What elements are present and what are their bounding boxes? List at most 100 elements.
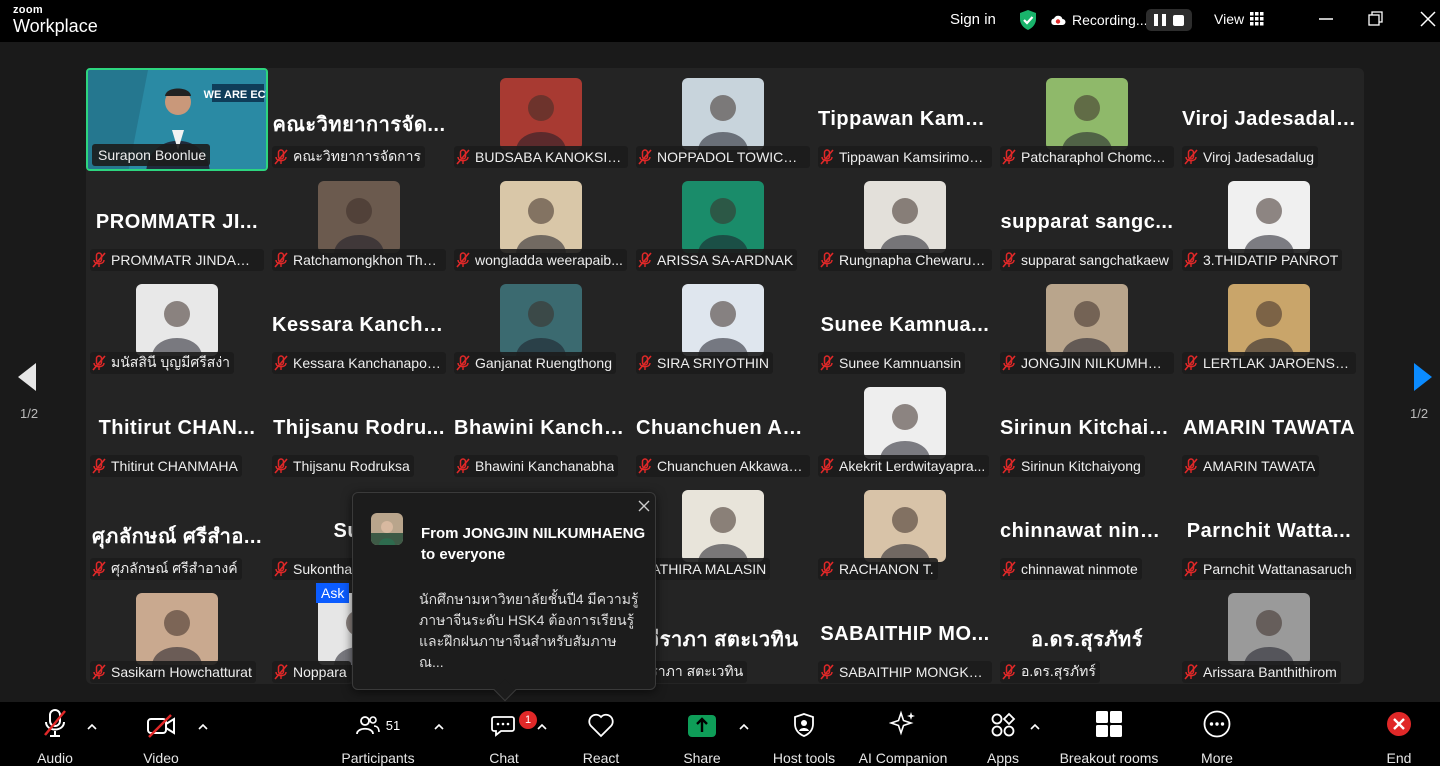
- share-options-caret-icon[interactable]: [738, 722, 750, 732]
- view-menu-button[interactable]: View: [1214, 11, 1264, 27]
- next-page-arrow-icon[interactable]: [1412, 362, 1434, 392]
- participant-tile[interactable]: Viroj Jadesadalug Viroj Jadesadalug: [1178, 68, 1360, 171]
- chat-message-line-3: และฝึกฝนภาษาจีนสำหรับสัมภาษณ...: [419, 633, 617, 670]
- mic-muted-icon: [820, 561, 834, 577]
- stop-recording-icon[interactable]: [1173, 14, 1185, 26]
- participant-tile[interactable]: Thitirut CHAN... Thitirut CHANMAHA: [86, 377, 268, 480]
- participants-options-caret-icon[interactable]: [433, 722, 445, 732]
- recording-indicator[interactable]: Recording...: [1050, 12, 1147, 28]
- participant-name-text: chinnawat ninmote: [1021, 561, 1138, 577]
- participant-name-text: Rungnapha Chewarus...: [839, 252, 988, 268]
- participant-name-label: wongladda weerapaib...: [454, 249, 627, 271]
- participant-name-label: Tippawan Kamsirimon...: [818, 146, 992, 168]
- participant-name-text: RACHANON T.: [839, 561, 934, 577]
- participant-name-text: AMARIN TAWATA: [1203, 458, 1316, 474]
- breakout-rooms-button[interactable]: Breakout rooms: [1056, 702, 1162, 766]
- participant-tile[interactable]: PROMMATR JI... PROMMATR JINDACH...: [86, 171, 268, 274]
- mic-muted-icon: [638, 252, 652, 268]
- participant-name-label: SATHIRA MALASIN: [636, 558, 771, 580]
- participant-tile[interactable]: SABAITHIP MO... SABAITHIP MONGKOLI...: [814, 583, 996, 686]
- participant-tile[interactable]: SATHIRA MALASIN: [632, 480, 814, 583]
- participant-tile[interactable]: Thijsanu Rodru... Thijsanu Rodruksa: [268, 377, 450, 480]
- participant-name-text: JONGJIN NILKUMHAE...: [1021, 355, 1170, 371]
- participant-tile[interactable]: Patcharaphol Chomch...: [996, 68, 1178, 171]
- mic-muted-icon: [820, 664, 834, 680]
- apps-options-caret-icon[interactable]: [1029, 722, 1041, 732]
- participant-display-name: Tippawan Kams...: [818, 108, 995, 130]
- participant-tile[interactable]: WE ARE ECT Surapon Boonlue: [86, 68, 268, 171]
- sign-in-link[interactable]: Sign in: [950, 11, 996, 28]
- meeting-toolbar: Audio Video 51 Participants 1 Chat React…: [0, 702, 1440, 766]
- mic-muted-icon: [92, 664, 106, 680]
- audio-button[interactable]: Audio: [30, 702, 80, 766]
- participant-tile[interactable]: Akekrit Lerdwitayapra...: [814, 377, 996, 480]
- participant-tile[interactable]: JONGJIN NILKUMHAE...: [996, 274, 1178, 377]
- participant-tile[interactable]: Tippawan Kams... Tippawan Kamsirimon...: [814, 68, 996, 171]
- participant-tile[interactable]: Sasikarn Howchatturat: [86, 583, 268, 686]
- participant-tile[interactable]: chinnawat ninm... chinnawat ninmote: [996, 480, 1178, 583]
- participant-tile[interactable]: Rungnapha Chewarus...: [814, 171, 996, 274]
- participant-tile[interactable]: Ratchamongkhon Tho...: [268, 171, 450, 274]
- cloud-recording-icon: [1051, 15, 1066, 25]
- participant-tile[interactable]: Chuanchuen Ak... Chuanchuen Akkawan...: [632, 377, 814, 480]
- participant-tile[interactable]: Bhawini Kancha... Bhawini Kanchanabha: [450, 377, 632, 480]
- participant-tile[interactable]: LERTLAK JAROENSOM...: [1178, 274, 1360, 377]
- minimize-icon[interactable]: [1316, 9, 1336, 29]
- participant-tile[interactable]: Sunee Kamnua... Sunee Kamnuansin: [814, 274, 996, 377]
- participant-tile[interactable]: มนัสสินี บุญมีศรีสง่า: [86, 274, 268, 377]
- participant-name-label: Patcharaphol Chomch...: [1000, 146, 1174, 168]
- participant-tile[interactable]: BUDSABA KANOKSILA...: [450, 68, 632, 171]
- video-options-caret-icon[interactable]: [197, 722, 209, 732]
- chat-button[interactable]: 1 Chat: [480, 702, 537, 766]
- participant-tile[interactable]: Parnchit Watta... Parnchit Wattanasaruch: [1178, 480, 1360, 583]
- participant-tile[interactable]: ศุภลักษณ์ ศรีสำอ... ศุภลักษณ์ ศรีสำอางค์: [86, 480, 268, 583]
- participant-name-label: Parnchit Wattanasaruch: [1182, 558, 1356, 580]
- video-button[interactable]: Video: [136, 702, 186, 766]
- participant-tile[interactable]: จีราภา สตะเวทิน จีราภา สตะเวทิน: [632, 583, 814, 686]
- participant-tile[interactable]: supparat sangc... supparat sangchatkaew: [996, 171, 1178, 274]
- participant-display-name: Thijsanu Rodru...: [273, 417, 445, 439]
- participant-tile[interactable]: Arissara Banthithirom: [1178, 583, 1360, 686]
- participant-display-name: Bhawini Kancha...: [454, 417, 632, 439]
- close-icon[interactable]: [637, 499, 651, 513]
- previous-page-arrow-icon[interactable]: [16, 362, 38, 392]
- close-window-icon[interactable]: [1418, 9, 1438, 29]
- participant-name-text: 3.THIDATIP PANROT: [1203, 252, 1339, 268]
- participant-name-label: Ratchamongkhon Tho...: [272, 249, 446, 271]
- participant-name-text: supparat sangchatkaew: [1021, 252, 1169, 268]
- participant-name-text: Chuanchuen Akkawan...: [657, 458, 806, 474]
- participant-tile[interactable]: Sirinun Kitchaiy... Sirinun Kitchaiyong: [996, 377, 1178, 480]
- mic-muted-icon: [92, 458, 106, 474]
- more-options-icon: [1203, 710, 1231, 738]
- end-meeting-button[interactable]: End: [1380, 702, 1418, 766]
- gallery-view: WE ARE ECT Surapon Boonlue คณะวิทยาการจัด.…: [86, 68, 1364, 684]
- shield-check-icon[interactable]: [1018, 9, 1038, 31]
- share-button[interactable]: Share: [676, 702, 728, 766]
- react-button[interactable]: React: [576, 702, 626, 766]
- audio-options-caret-icon[interactable]: [86, 722, 98, 732]
- participant-tile[interactable]: NOPPADOL TOWICHAI...: [632, 68, 814, 171]
- mic-muted-icon: [456, 149, 470, 165]
- chat-options-caret-icon[interactable]: [536, 722, 548, 732]
- host-tools-button[interactable]: Host tools: [766, 702, 842, 766]
- participant-tile[interactable]: อ.ดร.สุรภัทร์ อ.ดร.สุรภัทร์: [996, 583, 1178, 686]
- apps-button[interactable]: Apps: [980, 702, 1026, 766]
- participant-tile[interactable]: 3.THIDATIP PANROT: [1178, 171, 1360, 274]
- participants-count: 51: [385, 717, 401, 733]
- chat-notification-popup[interactable]: From JONGJIN NILKUMHAENG to everyone นัก…: [352, 492, 656, 702]
- pause-recording-icon[interactable]: [1153, 14, 1166, 26]
- participant-tile[interactable]: ARISSA SA-ARDNAK: [632, 171, 814, 274]
- participant-tile[interactable]: Kessara Kancha... Kessara Kanchanapoom: [268, 274, 450, 377]
- participant-tile[interactable]: RACHANON T.: [814, 480, 996, 583]
- mic-muted-icon: [1002, 355, 1016, 371]
- participant-tile[interactable]: wongladda weerapaib...: [450, 171, 632, 274]
- ai-companion-button[interactable]: AI Companion: [856, 702, 950, 766]
- breakout-rooms-icon: [1096, 711, 1122, 737]
- participant-tile[interactable]: Ganjanat Ruengthong: [450, 274, 632, 377]
- participant-tile[interactable]: คณะวิทยาการจัด... คณะวิทยาการจัดการ: [268, 68, 450, 171]
- restore-icon[interactable]: [1366, 9, 1386, 29]
- participant-tile[interactable]: SIRA SRIYOTHIN: [632, 274, 814, 377]
- more-button[interactable]: More: [1194, 702, 1240, 766]
- participant-tile[interactable]: AMARIN TAWATA AMARIN TAWATA: [1178, 377, 1360, 480]
- participants-button[interactable]: 51 Participants: [336, 702, 420, 766]
